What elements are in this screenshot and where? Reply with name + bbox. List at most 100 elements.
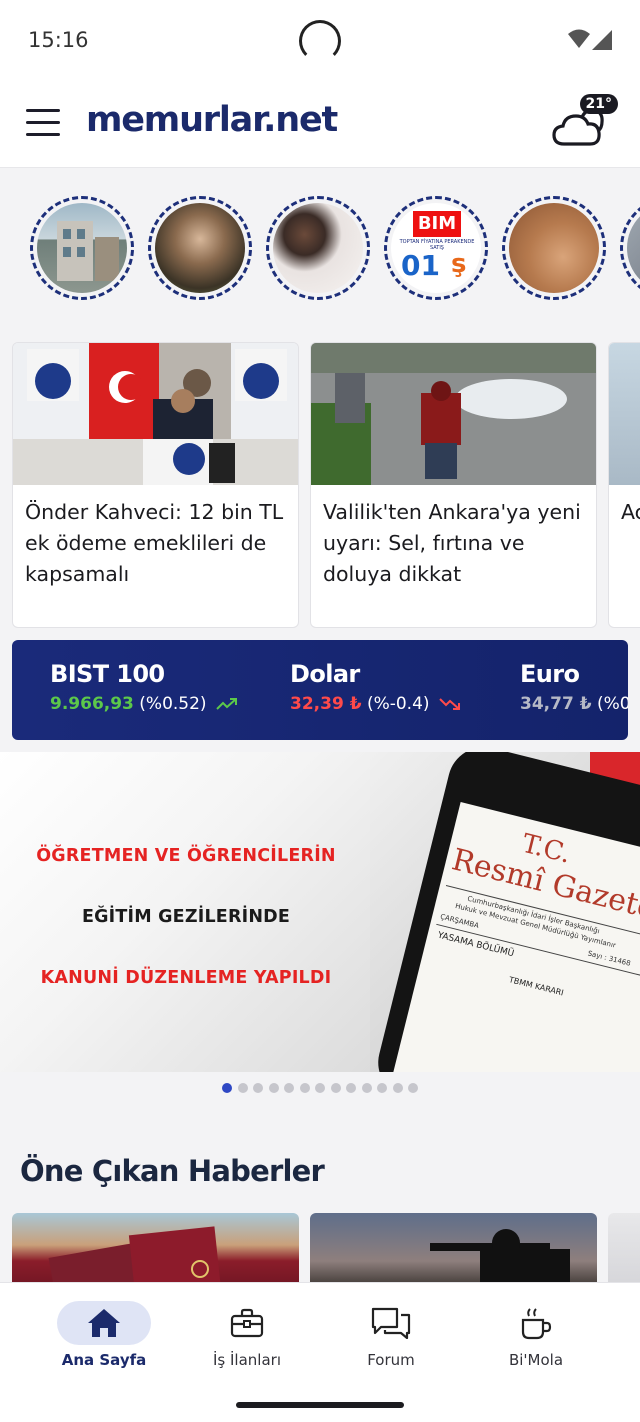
news-card[interactable]: Valilik'ten Ankara'ya yeni uyarı: Sel, f… [310,342,597,628]
passport-photo [48,1226,222,1293]
weather-widget[interactable]: 21° [552,94,618,154]
gazette-issue: Sayı : 31468 [586,949,632,968]
site-logo[interactable]: memurlar.net [86,100,338,140]
news-card-image [311,343,596,485]
news-card[interactable]: Ac 'ye [608,342,640,628]
featured-card[interactable] [310,1213,597,1293]
nav-home-label: Ana Sayfa [61,1351,147,1369]
briefcase-icon [230,1308,264,1338]
market-change: (%0) [596,694,628,714]
slider-dot[interactable] [315,1083,325,1093]
slider-dot[interactable] [408,1083,418,1093]
nav-forum-label: Forum [367,1351,415,1369]
chat-icon [371,1307,411,1339]
gazette-law: TBMM KARARI [508,975,565,998]
coffee-icon [521,1308,552,1340]
trend-up-icon [216,698,237,710]
news-card-title: Ac 'ye [621,500,640,524]
slider-dot[interactable] [299,1083,310,1093]
market-value: 9.966,93 [50,694,134,714]
slider-dot[interactable] [330,1083,341,1093]
slider-dot[interactable] [361,1083,372,1093]
slider-dot[interactable] [392,1083,403,1093]
slider-dot[interactable] [284,1083,294,1093]
slider-dot[interactable] [268,1083,279,1093]
temperature-badge: 21° [579,94,618,114]
bim-sign: ş [451,249,467,279]
story-mars[interactable] [502,196,606,300]
market-euro: Euro 34,77 ₺ (%0) [520,660,628,714]
story-mother-baby-image [273,203,363,293]
featured-card[interactable] [12,1213,299,1293]
nav-jobs-label: İş İlanları [213,1351,281,1369]
app-screen: 15:16 memurlar.net 21° BIM TOPTAN FİYATI… [0,0,640,1422]
story-building[interactable] [30,196,134,300]
headline-slider[interactable]: ÖĞRETMEN VE ÖĞRENCİLERİN EĞİTİM GEZİLERİ… [0,752,640,1072]
wifi-icon [568,29,590,48]
loading-spinner-icon [299,20,341,62]
flood-photo [311,343,596,485]
gazette-rule [436,923,640,983]
slider-dot[interactable] [346,1083,356,1093]
slide-line-3: KANUNİ DÜZENLEME YAPILDI [40,968,332,988]
story-next-image [627,203,640,293]
slide-photo: T.C. Resmî Gazete Cumhurbaşkanlığı İdari… [370,752,640,1072]
app-header: memurlar.net 21° [0,80,640,168]
featured-carousel [12,1213,640,1293]
slider-dot[interactable] [377,1083,387,1093]
story-person-image [155,203,245,293]
gazette-day: ÇARŞAMBA [439,912,480,930]
bottom-navigation: Ana Sayfa İş İlanları Forum Bi'Mola [0,1282,640,1422]
story-person[interactable] [148,196,252,300]
market-ticker[interactable]: BIST 100 9.966,93 (%0.52) Dolar 32,39 ₺ … [12,640,628,740]
story-bim-image: BIM TOPTAN FİYATINA PERAKENDE SATIŞ 01 ş [391,203,481,293]
story-mars-image [509,203,599,293]
slider-dot[interactable] [222,1083,232,1093]
market-name: Euro [520,660,580,688]
nav-home[interactable]: Ana Sayfa [34,1301,174,1371]
nav-bimola[interactable]: Bi'Mola [466,1301,606,1371]
bim-number: 01 [401,249,440,282]
slider-dot[interactable] [253,1083,263,1093]
building-photo-icon [57,221,119,281]
market-dolar: Dolar 32,39 ₺ (%-0.4) [290,660,461,714]
gazette-section: YASAMA BÖLÜMÜ [436,930,515,960]
status-time: 15:16 [28,28,89,52]
market-value: 32,39 ₺ [290,694,362,714]
cell-signal-icon [592,30,612,50]
story-building-image [37,203,127,293]
market-change: (%0.52) [139,694,207,714]
gesture-bar[interactable] [236,1402,404,1408]
slider-dot[interactable] [237,1083,248,1093]
market-name: Dolar [290,660,360,688]
home-icon [88,1309,120,1337]
market-value: 34,77 ₺ [520,694,592,714]
stories-row: BIM TOPTAN FİYATINA PERAKENDE SATIŞ 01 ş [30,196,640,300]
press-conference-photo [13,343,298,485]
news-card-image [13,343,298,485]
nav-forum[interactable]: Forum [321,1301,461,1371]
status-bar: 15:16 [0,0,640,80]
story-next[interactable] [620,196,640,300]
market-name: BIST 100 [50,660,165,688]
trend-down-icon [439,698,460,710]
featured-card[interactable] [608,1213,640,1293]
story-mother-baby[interactable] [266,196,370,300]
bim-logo: BIM [413,211,461,237]
news-carousel: Önder Kahveci: 12 bin TL ek ödeme emekli… [12,342,640,628]
news-card-title: Önder Kahveci: 12 bin TL ek ödeme emekli… [25,500,284,586]
news-card[interactable]: Önder Kahveci: 12 bin TL ek ödeme emekli… [12,342,299,628]
slide-line-1: ÖĞRETMEN VE ÖĞRENCİLERİN [36,846,336,866]
news-card-image [609,343,640,485]
nav-jobs[interactable]: İş İlanları [177,1301,317,1371]
signal-icons [568,29,612,50]
story-bim[interactable]: BIM TOPTAN FİYATINA PERAKENDE SATIŞ 01 ş [384,196,488,300]
news-card-title: Valilik'ten Ankara'ya yeni uyarı: Sel, f… [323,500,581,586]
slide-banner: ÖĞRETMEN VE ÖĞRENCİLERİN EĞİTİM GEZİLERİ… [0,752,372,1072]
slide-line-2: EĞİTİM GEZİLERİNDE [81,907,291,927]
featured-title: Öne Çıkan Haberler [20,1154,325,1188]
market-change: (%-0.4) [366,694,430,714]
phone-frame: T.C. Resmî Gazete Cumhurbaşkanlığı İdari… [370,752,640,1072]
hamburger-menu-icon[interactable] [26,109,60,137]
nav-bimola-label: Bi'Mola [508,1351,564,1369]
